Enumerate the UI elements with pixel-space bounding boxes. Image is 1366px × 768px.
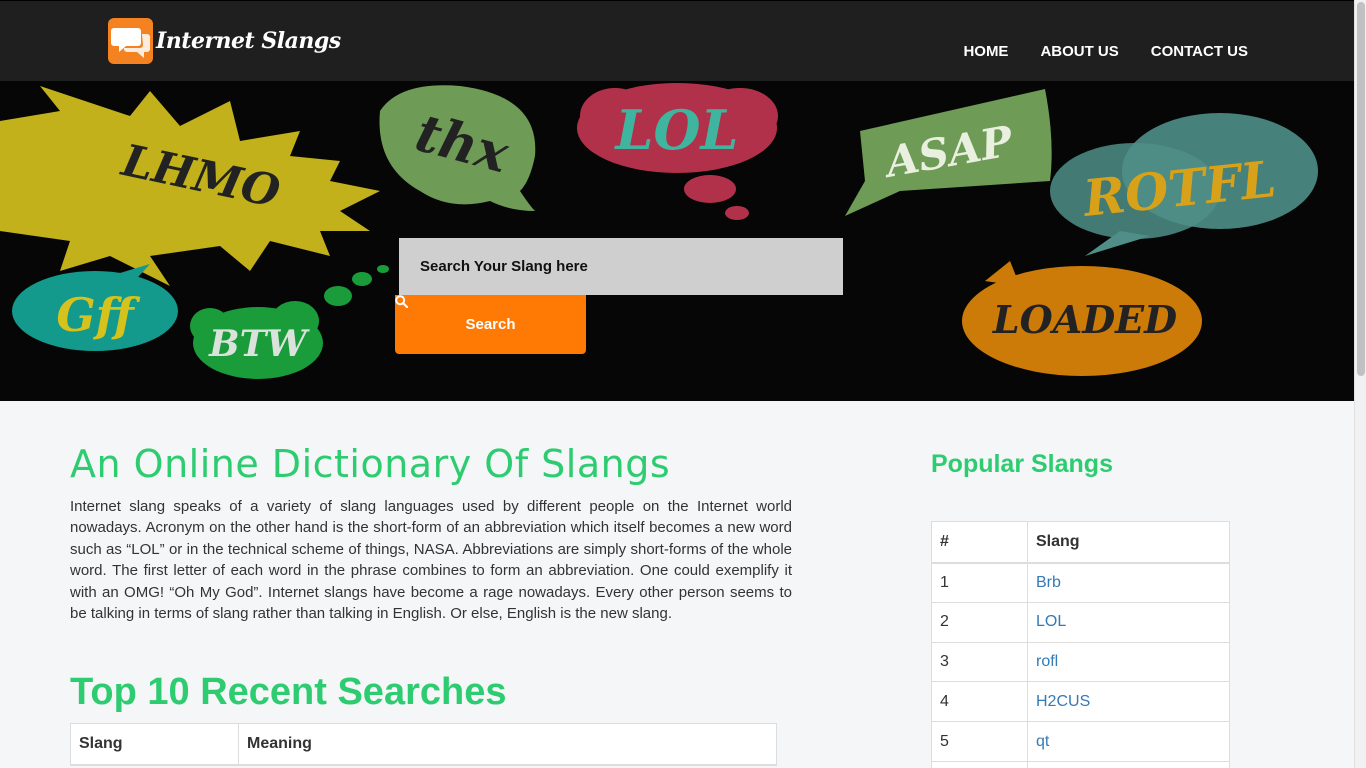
search-button-label: Search bbox=[465, 316, 516, 333]
loaded-label: LOADED bbox=[992, 297, 1177, 342]
magnifier-icon bbox=[395, 295, 408, 308]
slang-link[interactable]: Brb bbox=[1027, 562, 1230, 603]
recent-searches-table: Slang Meaning bbox=[70, 723, 777, 766]
site-logo[interactable]: Internet Slangs bbox=[108, 18, 341, 64]
table-row: 1 Brb bbox=[931, 562, 1230, 603]
hero-banner: LHMO thx LOL ASAP ROTFL Gff BTW LOADED S… bbox=[0, 81, 1354, 401]
table-row: 3 rofl bbox=[931, 641, 1230, 683]
slang-link[interactable]: qt bbox=[1027, 721, 1230, 762]
nav-home[interactable]: HOME bbox=[963, 43, 1008, 60]
column-header-slang: Slang bbox=[70, 723, 239, 766]
popular-slangs-table: # Slang 1 Brb 2 LOL 3 rofl 4 H2CUS 5 qt bbox=[931, 521, 1230, 768]
nav-about-us[interactable]: ABOUT US bbox=[1040, 43, 1118, 60]
table-header-row: # Slang bbox=[931, 521, 1230, 564]
table-row: 2 LOL bbox=[931, 601, 1230, 643]
page-title: An Online Dictionary Of Slangs bbox=[70, 442, 671, 486]
table-header-row: Slang Meaning bbox=[70, 723, 777, 766]
column-header-slang: Slang bbox=[1027, 521, 1230, 564]
slang-search-input[interactable]: Search Your Slang here bbox=[399, 238, 843, 295]
row-number: 2 bbox=[931, 601, 1028, 643]
table-row: 5 qt bbox=[931, 721, 1230, 762]
gff-label: Gff bbox=[56, 288, 140, 342]
btw-label: BTW bbox=[208, 323, 310, 365]
lol-label: LOL bbox=[614, 98, 739, 162]
nav-contact-us[interactable]: CONTACT US bbox=[1151, 43, 1248, 60]
intro-paragraph: Internet slang speaks of a variety of sl… bbox=[70, 498, 792, 623]
row-number bbox=[931, 760, 1028, 768]
search-button[interactable]: Search bbox=[395, 295, 586, 354]
popular-slangs-heading: Popular Slangs bbox=[931, 450, 1113, 478]
top-navbar: Internet Slangs HOME ABOUT US CONTACT US bbox=[0, 0, 1354, 81]
main-nav: HOME ABOUT US CONTACT US bbox=[963, 43, 1248, 60]
slang-link[interactable]: H2CUS bbox=[1027, 681, 1230, 723]
row-number: 4 bbox=[931, 681, 1028, 723]
row-number: 5 bbox=[931, 721, 1028, 762]
row-number: 3 bbox=[931, 641, 1028, 683]
column-header-meaning: Meaning bbox=[238, 723, 777, 766]
slang-link[interactable] bbox=[1027, 760, 1230, 768]
brand-name: Internet Slangs bbox=[156, 28, 341, 54]
recent-searches-heading: Top 10 Recent Searches bbox=[70, 671, 507, 713]
table-row bbox=[931, 760, 1230, 768]
slang-link[interactable]: LOL bbox=[1027, 601, 1230, 643]
row-number: 1 bbox=[931, 562, 1028, 603]
chat-bubbles-icon bbox=[108, 18, 153, 64]
scrollbar-thumb[interactable] bbox=[1357, 2, 1365, 376]
page-scrollbar[interactable] bbox=[1354, 0, 1366, 768]
column-header-number: # bbox=[931, 521, 1028, 564]
table-row: 4 H2CUS bbox=[931, 681, 1230, 723]
slang-link[interactable]: rofl bbox=[1027, 641, 1230, 683]
